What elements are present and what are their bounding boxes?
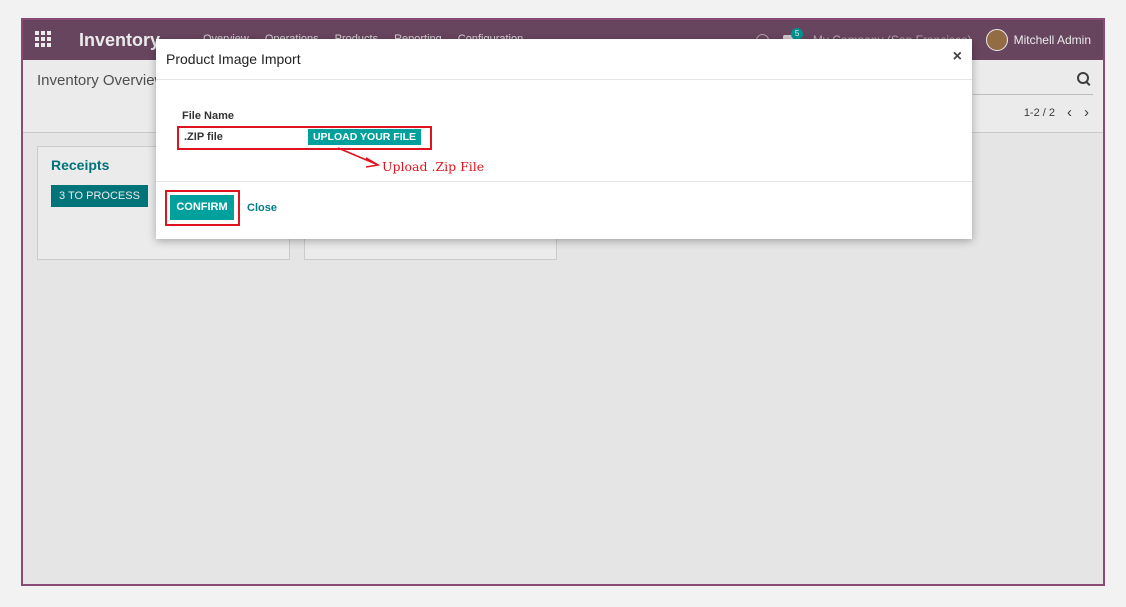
confirm-highlight: CONFIRM	[165, 190, 240, 226]
upload-file-button[interactable]: UPLOAD YOUR FILE	[308, 129, 421, 145]
dialog-title: Product Image Import	[166, 51, 301, 67]
close-icon[interactable]: ×	[953, 49, 962, 65]
product-image-import-dialog: Product Image Import × File Name .ZIP fi…	[156, 39, 972, 239]
annotation-text: Upload .Zip File	[382, 159, 485, 174]
divider	[156, 79, 972, 80]
close-button[interactable]: Close	[247, 202, 277, 214]
confirm-button[interactable]: CONFIRM	[170, 195, 234, 220]
file-name-label: File Name	[182, 110, 234, 122]
file-upload-field: .ZIP file UPLOAD YOUR FILE	[177, 126, 432, 150]
annotation-arrow-icon	[337, 147, 381, 168]
file-value: .ZIP file	[184, 131, 223, 143]
divider	[156, 181, 972, 182]
app-window: Inventory Overview Operations Products R…	[21, 18, 1105, 586]
